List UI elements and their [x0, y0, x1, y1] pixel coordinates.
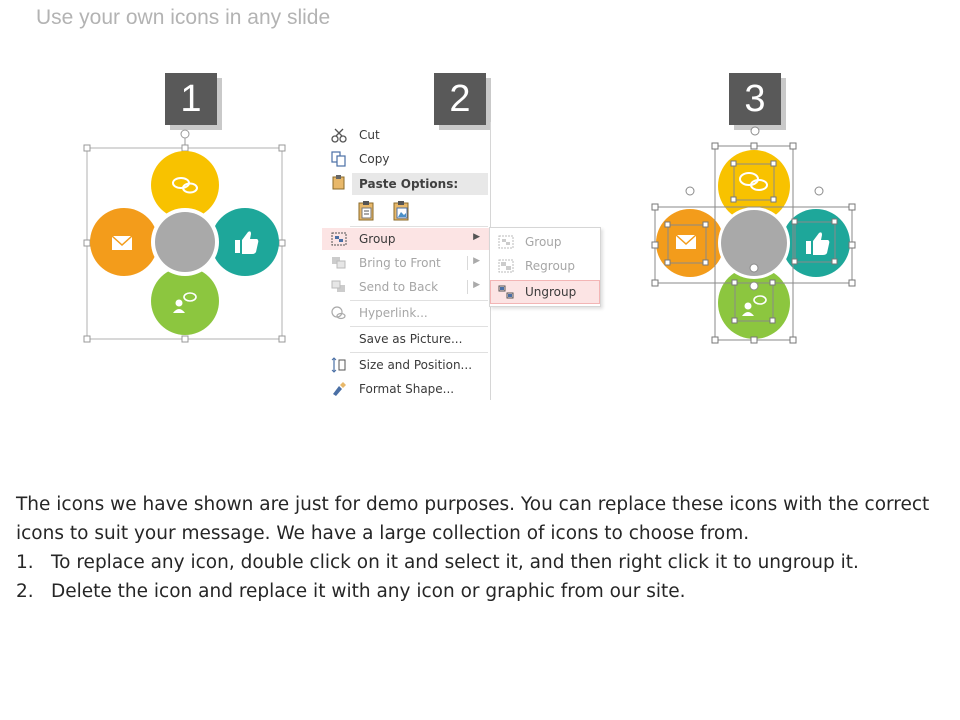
list-item: 2. Delete the icon and replace it with a…	[16, 581, 686, 602]
list-item: 1. To replace any icon, double click on …	[16, 552, 859, 573]
instructions: The icons we have shown are just for dem…	[16, 490, 936, 606]
instructions-intro: The icons we have shown are just for dem…	[16, 494, 930, 544]
ungrouped-flower-diagram[interactable]	[0, 0, 960, 720]
email-icon	[675, 234, 697, 249]
